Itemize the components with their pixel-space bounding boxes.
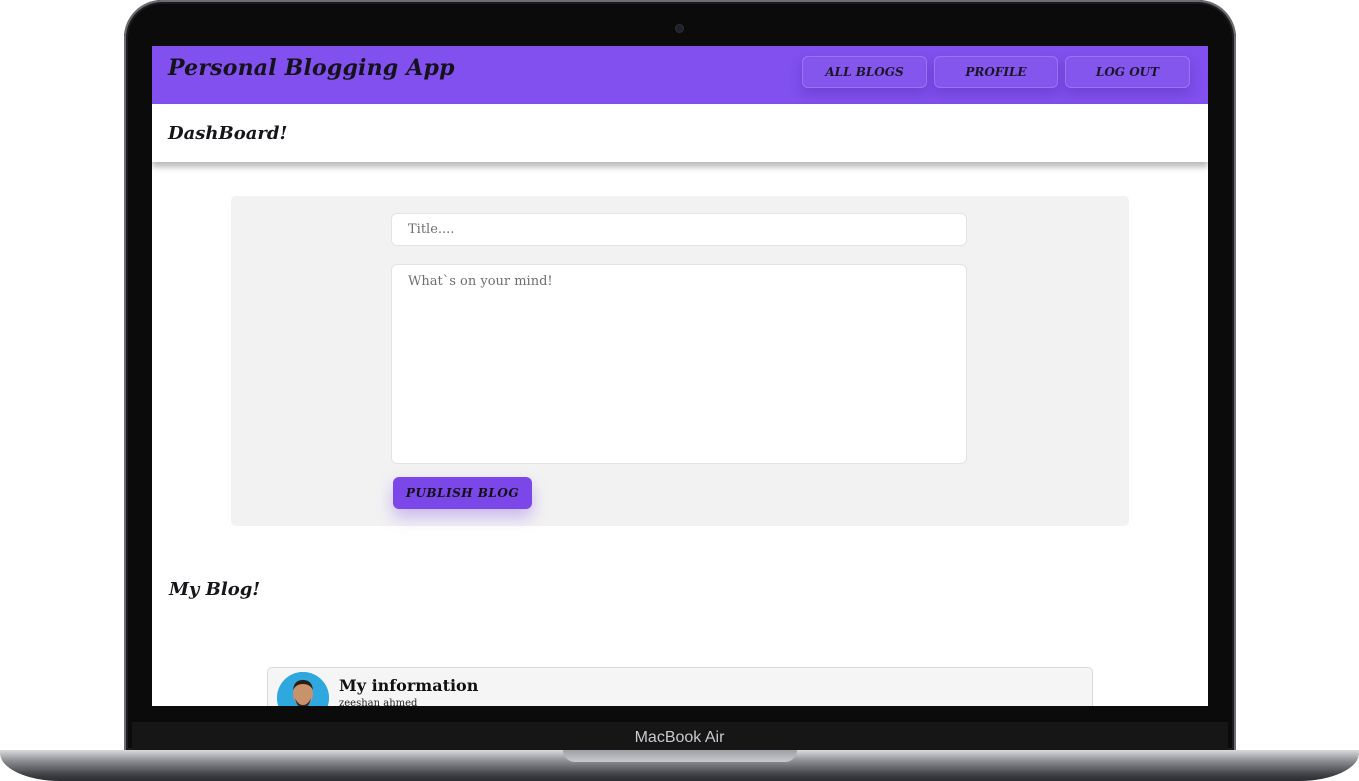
app-screen: Personal Blogging App ALL BLOGS PROFILE …: [152, 46, 1208, 706]
profile-button[interactable]: PROFILE: [934, 56, 1058, 88]
blog-post-card: My information zeeshan ahmed: [267, 667, 1093, 706]
user-avatar-icon: [277, 672, 329, 706]
blog-title-input[interactable]: [391, 213, 967, 246]
blog-composer: PUBLISH BLOG: [231, 196, 1129, 526]
blog-body-textarea[interactable]: [391, 264, 967, 464]
app-title: Personal Blogging App: [168, 55, 455, 81]
all-blogs-button[interactable]: ALL BLOGS: [802, 56, 927, 88]
blog-post-title: My information: [339, 676, 479, 695]
page-title: DashBoard!: [168, 123, 288, 144]
laptop-notch: [563, 750, 797, 762]
blog-post-author: zeeshan ahmed: [339, 698, 418, 706]
publish-blog-button[interactable]: PUBLISH BLOG: [393, 477, 532, 509]
camera-icon: [676, 25, 683, 32]
dashboard-header: DashBoard!: [152, 104, 1208, 162]
logout-button[interactable]: LOG OUT: [1065, 56, 1190, 88]
device-label: MacBook Air: [634, 729, 725, 746]
my-blog-heading: My Blog!: [169, 579, 261, 600]
navbar: Personal Blogging App ALL BLOGS PROFILE …: [152, 46, 1208, 104]
